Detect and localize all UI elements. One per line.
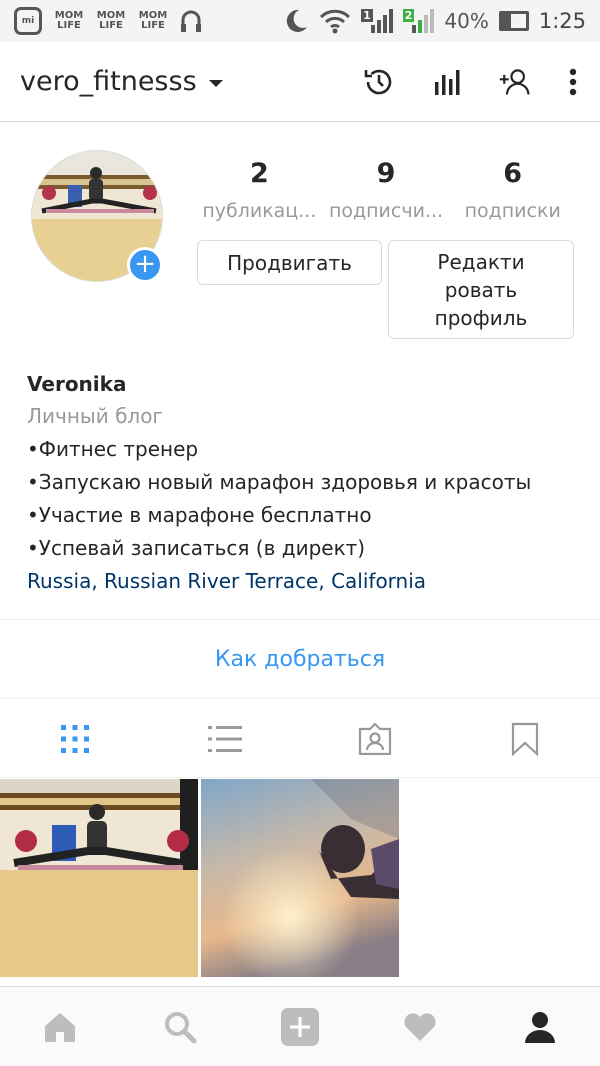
tagged-icon	[358, 722, 392, 755]
wifi-icon	[320, 9, 351, 34]
tab-list[interactable]	[150, 700, 300, 777]
nav-search[interactable]	[120, 987, 240, 1066]
posts-count: 2	[249, 158, 269, 189]
battery-percent: 40%	[444, 9, 489, 33]
signal-sim1-icon: 1	[361, 9, 393, 33]
nav-home[interactable]	[0, 987, 120, 1066]
add-user-icon[interactable]	[498, 65, 532, 99]
bio-line: •Участие в марафоне бесплатно	[27, 503, 372, 527]
bottom-navigation	[0, 986, 600, 1066]
profile-category: Личный блог	[27, 404, 163, 428]
chevron-down-icon	[208, 80, 223, 87]
following-label: подписки	[464, 200, 561, 222]
display-name: Veronika	[27, 372, 127, 396]
tab-grid[interactable]	[0, 700, 150, 777]
add-story-button[interactable]: +	[127, 247, 163, 283]
posts-label: публикац...	[202, 200, 317, 222]
signal-sim2-icon: 2	[402, 9, 435, 33]
add-post-icon	[281, 1007, 319, 1046]
history-icon[interactable]	[362, 65, 396, 99]
do-not-disturb-moon-icon	[286, 9, 308, 32]
followers-label: подписчи...	[328, 200, 444, 222]
nav-activity[interactable]	[360, 987, 480, 1066]
edit-profile-button[interactable]: Редакти ровать профиль	[388, 240, 574, 339]
bio-line: •Успевай записаться (в директ)	[27, 536, 366, 560]
profile-stats: 2 публикац... 9 подписчи... 6 подписки	[196, 158, 576, 222]
location-link[interactable]: Russia, Russian River Terrace, Californi…	[27, 565, 587, 598]
status-bar: mi MOM LIFE MOM LIFE MOM LIFE 1 2 40% 1:…	[0, 0, 600, 42]
promote-button[interactable]: Продвигать	[197, 240, 382, 285]
posts-grid	[0, 779, 600, 977]
mom-life-icon: MOM LIFE	[96, 10, 126, 31]
list-icon	[208, 725, 242, 752]
nav-profile[interactable]	[480, 987, 600, 1066]
saved-icon	[511, 722, 539, 756]
followers-stat[interactable]: 9 подписчи...	[323, 158, 450, 222]
insights-icon[interactable]	[430, 65, 464, 99]
following-count: 6	[503, 158, 523, 189]
posts-stat[interactable]: 2 публикац...	[196, 158, 323, 222]
grid-icon	[61, 724, 89, 753]
more-options-icon[interactable]	[566, 65, 580, 99]
bio-line: •Запускаю новый марафон здоровья и красо…	[27, 470, 532, 494]
tab-tagged[interactable]	[300, 700, 450, 777]
followers-count: 9	[376, 158, 396, 189]
clock: 1:25	[538, 9, 586, 33]
post-thumbnail[interactable]	[201, 779, 399, 977]
profile-icon	[525, 1011, 555, 1043]
tab-saved[interactable]	[450, 700, 600, 777]
username: vero_fitnesss	[20, 66, 197, 97]
headphones-icon	[181, 10, 201, 32]
nav-add-post[interactable]	[240, 987, 360, 1066]
search-icon	[165, 1011, 197, 1043]
edit-profile-label: Редакти ровать профиль	[434, 249, 528, 330]
bio-line: •Фитнес тренер	[27, 437, 199, 461]
activity-heart-icon	[404, 1012, 436, 1041]
home-icon	[45, 1012, 75, 1042]
battery-icon	[498, 11, 529, 31]
account-switcher[interactable]: vero_fitnesss	[20, 66, 223, 97]
following-stat[interactable]: 6 подписки	[449, 158, 576, 222]
profile-bio: Veronika Личный блог •Фитнес тренер •Зап…	[27, 368, 587, 598]
mom-life-icon: MOM LIFE	[54, 10, 84, 31]
directions-button[interactable]: Как добраться	[0, 619, 600, 699]
profile-header: vero_fitnesss	[0, 42, 600, 122]
mi-app-icon: mi	[14, 7, 42, 35]
mom-life-icon: MOM LIFE	[138, 10, 168, 31]
post-thumbnail[interactable]	[0, 779, 198, 977]
profile-tabs	[0, 700, 600, 778]
